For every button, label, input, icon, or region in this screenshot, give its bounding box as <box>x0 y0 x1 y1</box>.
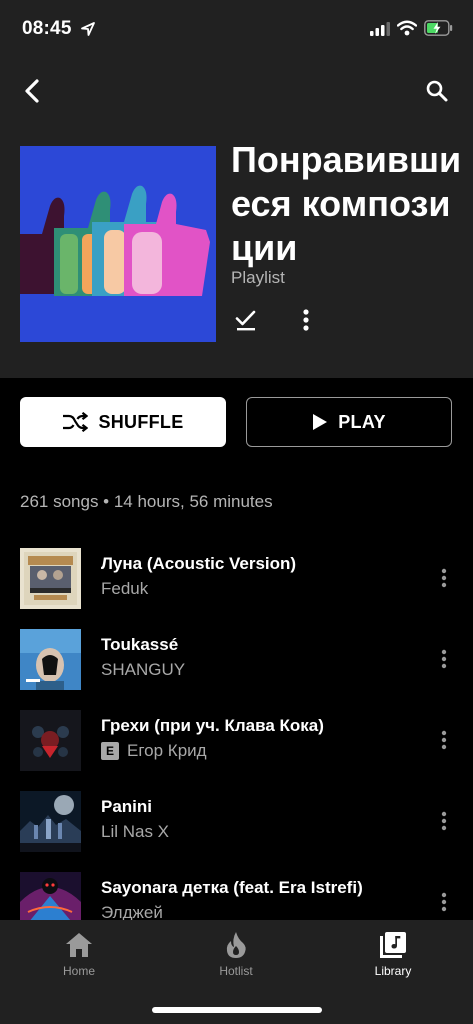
song-title: Луна (Acoustic Version) <box>101 554 297 573</box>
more-vertical-icon <box>441 568 447 588</box>
song-artist: E Егор Крид <box>101 741 207 761</box>
chevron-left-icon <box>25 79 39 103</box>
song-artist: Feduk <box>101 579 148 599</box>
more-vertical-icon <box>303 309 309 331</box>
artist-name: Lil Nas X <box>101 822 170 841</box>
playlist-more-button[interactable] <box>290 304 322 336</box>
song-title: Panini <box>101 797 153 816</box>
thumbs-up-icon <box>20 146 216 342</box>
song-more-button[interactable] <box>432 886 456 918</box>
list-item[interactable]: Panini Lil Nas X <box>0 791 473 871</box>
playlist-summary: 261 songs • 14 hours, 56 minutes <box>20 492 273 511</box>
play-icon <box>313 414 328 430</box>
nav-hotlist-label: Hotlist <box>219 964 253 978</box>
explicit-badge: E <box>101 742 119 760</box>
song-title: Sayonara детка (feat. Era Istrefi) <box>101 878 363 897</box>
song-title: Toukassé <box>101 635 179 654</box>
playlist-cover-art <box>20 146 216 342</box>
artist-name: Егор Крид <box>127 741 207 760</box>
nav-library[interactable]: Library <box>333 930 453 990</box>
shuffle-button[interactable]: SHUFFLE <box>20 397 226 447</box>
list-item[interactable]: Луна (Acoustic Version) Feduk <box>0 548 473 628</box>
status-bar: 08:45 <box>0 0 473 56</box>
library-icon <box>380 932 406 958</box>
song-more-button[interactable] <box>432 643 456 675</box>
more-vertical-icon <box>441 892 447 912</box>
flame-icon <box>226 932 246 958</box>
home-indicator <box>152 1007 322 1013</box>
song-artist: Lil Nas X <box>101 822 169 842</box>
album-art <box>20 629 81 690</box>
play-button[interactable]: PLAY <box>246 397 452 447</box>
song-more-button[interactable] <box>432 562 456 594</box>
wifi-icon <box>397 20 417 36</box>
play-label: PLAY <box>338 411 386 432</box>
more-vertical-icon <box>441 811 447 831</box>
song-more-button[interactable] <box>432 805 456 837</box>
more-vertical-icon <box>441 649 447 669</box>
nav-hotlist[interactable]: Hotlist <box>176 930 296 990</box>
song-title: Грехи (при уч. Клава Кока) <box>101 716 324 735</box>
search-icon <box>426 80 448 102</box>
playlist-title: Понравившиеся композиции <box>231 139 462 268</box>
list-item[interactable]: Toukassé SHANGUY <box>0 629 473 709</box>
nav-library-label: Library <box>374 964 412 978</box>
search-button[interactable] <box>420 74 454 108</box>
nav-home[interactable]: Home <box>19 930 139 990</box>
battery-charging-icon <box>424 20 453 36</box>
status-time: 08:45 <box>22 18 72 39</box>
shuffle-icon <box>63 412 89 432</box>
album-art <box>20 548 81 609</box>
back-button[interactable] <box>16 74 48 108</box>
location-arrow-icon <box>81 22 95 36</box>
shuffle-label: SHUFFLE <box>98 411 184 432</box>
artist-name: SHANGUY <box>101 660 186 679</box>
artist-name: Feduk <box>101 579 149 598</box>
more-vertical-icon <box>441 730 447 750</box>
playlist-type: Playlist <box>231 268 285 287</box>
album-art <box>20 791 81 852</box>
added-to-library-button[interactable] <box>230 304 262 336</box>
song-more-button[interactable] <box>432 724 456 756</box>
cellular-signal-icon <box>370 22 390 36</box>
list-item[interactable]: Грехи (при уч. Клава Кока) E Егор Крид <box>0 710 473 790</box>
album-art <box>20 710 81 771</box>
song-artist: SHANGUY <box>101 660 185 680</box>
check-icon <box>235 310 256 331</box>
home-icon <box>66 933 92 957</box>
nav-home-label: Home <box>62 964 95 978</box>
